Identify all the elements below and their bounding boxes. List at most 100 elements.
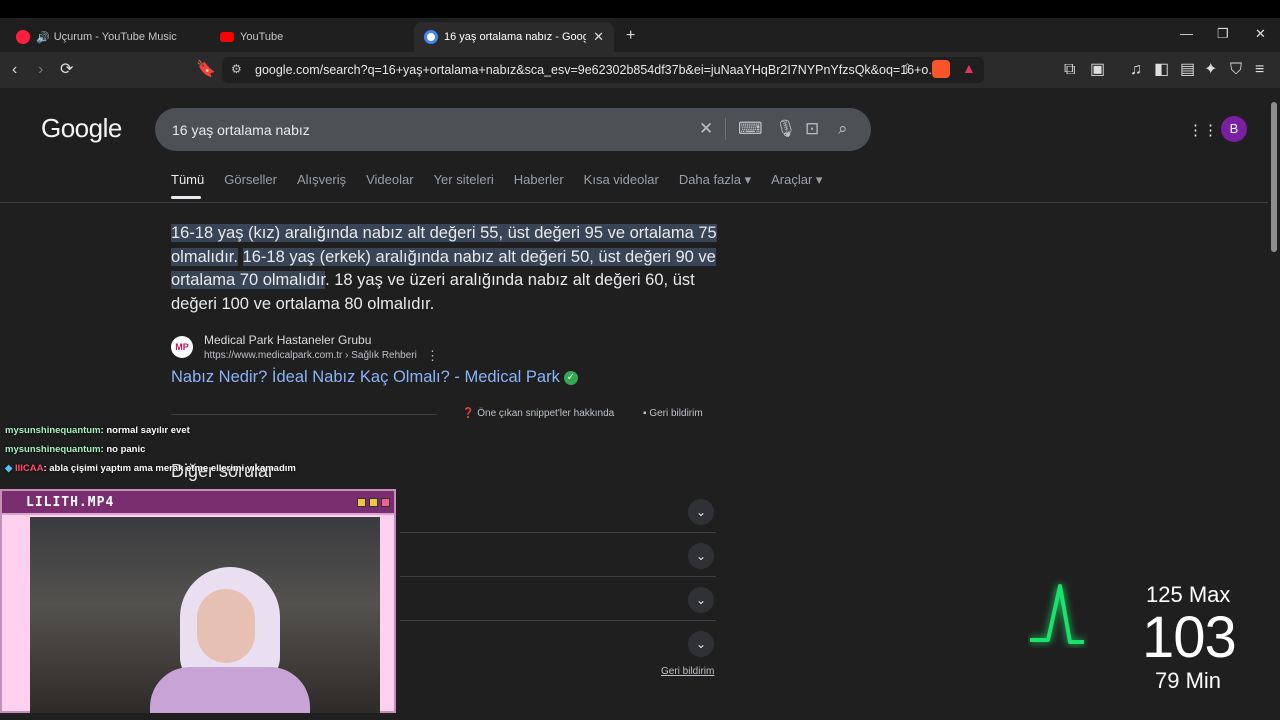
tab-google-search[interactable]: 16 yaş ortalama nabız - Google'd ✕ [414, 22, 614, 52]
tab-title: 16 yaş ortalama nabız - Google'd [444, 31, 586, 43]
tab-videos[interactable]: Videolar [366, 172, 413, 192]
result-title[interactable]: Nabız Nedir? İdeal Nabız Kaç Olmalı? - M… [171, 368, 560, 386]
sidebar-icon[interactable]: ◧ [1154, 60, 1169, 80]
tab-short-videos[interactable]: Kısa videolar [584, 172, 659, 192]
chat-text: : no panic [100, 444, 146, 455]
tab-shopping[interactable]: Alışveriş [297, 172, 346, 192]
account-avatar[interactable]: B [1221, 116, 1247, 142]
close-window-icon[interactable]: ✕ [1255, 26, 1266, 42]
webcam-titlebar: LILITH.MP4 [2, 491, 394, 515]
chat-username: mysunshinequantum [5, 444, 101, 455]
close-tab-icon[interactable]: ✕ [593, 29, 604, 45]
brave-shield-icon[interactable] [932, 60, 950, 78]
question-row[interactable]: ⌄ [400, 533, 716, 577]
source-url[interactable]: https://www.medicalpark.com.tr › Sağlık … [204, 350, 417, 361]
tab-title: Uçurum - YouTube Music [53, 31, 177, 43]
chat-message: ◆ IIICAA: abla çişimi yaptım ama merak e… [5, 463, 296, 474]
heart-rate-min: 79 Min [1155, 668, 1222, 693]
url-text[interactable]: google.com/search?q=16+yaş+ortalama+nabı… [255, 63, 939, 77]
active-tab-indicator [171, 196, 201, 199]
more-options-icon[interactable]: ⋮ [426, 348, 439, 364]
leo-ai-icon[interactable]: ✦ [1204, 60, 1217, 80]
tab-images[interactable]: Görseller [224, 172, 277, 192]
streamer-body [150, 667, 310, 713]
wallet-icon[interactable]: ▤ [1180, 60, 1195, 80]
speaker-icon: 🔊 [36, 31, 50, 44]
lens-icon[interactable]: ⊡ [805, 119, 819, 139]
header-divider [0, 202, 1268, 203]
screenshot-icon[interactable]: ▣ [1090, 60, 1105, 80]
question-row[interactable]: ⌄ [400, 577, 716, 621]
clear-search-icon[interactable]: ✕ [699, 119, 713, 139]
tab-title: YouTube [240, 31, 284, 43]
tab-tools[interactable]: Araçlar ▾ [771, 172, 822, 192]
source-name[interactable]: Medical Park Hastaneler Grubu [204, 333, 371, 347]
webcam-overlay: LILITH.MP4 [0, 489, 396, 713]
about-snippets-label: Öne çıkan snippet'ler hakkında [477, 408, 615, 419]
chevron-down-icon[interactable]: ⌄ [688, 499, 714, 525]
search-input[interactable]: 16 yaş ortalama nabız [172, 122, 310, 138]
music-icon[interactable]: ♫ [1130, 60, 1142, 80]
search-divider [725, 118, 726, 140]
help-icon: ❓ [462, 408, 478, 419]
question-row[interactable]: ⌄ [400, 489, 716, 533]
tab-news[interactable]: Haberler [514, 172, 564, 192]
feedback-label: Geri bildirim [649, 408, 703, 419]
chevron-down-icon[interactable]: ⌄ [688, 631, 714, 657]
microphone-icon[interactable]: 🎙 [775, 119, 797, 139]
badge-icon: ◆ [5, 463, 15, 474]
tab-more[interactable]: Daha fazla ▾ [679, 172, 751, 192]
scrollbar-thumb[interactable] [1271, 102, 1277, 252]
vpn-icon[interactable]: ⛉ [1230, 60, 1242, 80]
chat-username: IIICAA [14, 463, 44, 474]
chat-text: : abla çişimi yaptım ama merak etme elle… [43, 463, 296, 474]
chevron-down-icon[interactable]: ⌄ [688, 587, 714, 613]
maximize-icon [369, 498, 378, 507]
chat-username: mysunshinequantum [5, 425, 101, 436]
menu-icon[interactable]: ≡ [1255, 60, 1264, 80]
bookmark-icon[interactable]: 🔖 [196, 60, 216, 80]
back-icon[interactable]: ‹ [12, 60, 17, 80]
feedback-link[interactable]: ▪ Geri bildirim [643, 408, 703, 419]
youtube-icon [220, 32, 234, 42]
search-box[interactable]: 16 yaş ortalama nabız ✕ ⌨ 🎙 ⊡ ⌕ [155, 108, 871, 151]
chevron-down-icon[interactable]: ⌄ [688, 543, 714, 569]
source-favicon[interactable]: MP [171, 336, 193, 358]
google-logo[interactable]: Google [41, 113, 122, 144]
new-tab-button[interactable]: + [626, 27, 635, 45]
tab-youtube-music[interactable]: 🔊 Uçurum - YouTube Music [6, 22, 206, 52]
webcam-title: LILITH.MP4 [26, 495, 115, 510]
chat-text: : normal sayılır evet [100, 425, 190, 436]
brave-rewards-icon[interactable]: ▲ [962, 60, 976, 76]
heart-rate-graph-icon [1030, 584, 1084, 644]
verified-icon: ✓ [563, 370, 578, 385]
forward-icon[interactable]: › [38, 60, 43, 80]
google-icon [424, 30, 438, 44]
featured-snippet: 16-18 yaş (kız) aralığında nabız alt değ… [171, 222, 719, 316]
screen-top-border [0, 0, 1280, 18]
keyboard-icon[interactable]: ⌨ [738, 119, 763, 139]
reload-icon[interactable]: ⟳ [60, 60, 73, 80]
about-snippets-link[interactable]: ❓ Öne çıkan snippet'ler hakkında [462, 408, 614, 419]
youtube-music-icon [16, 30, 30, 44]
site-info-icon[interactable]: ⚙ [231, 62, 242, 76]
extensions-icon[interactable]: ⧉ [1064, 60, 1075, 80]
tab-places[interactable]: Yer siteleri [434, 172, 494, 192]
tab-all[interactable]: Tümü [171, 172, 204, 192]
search-icon[interactable]: ⌕ [838, 119, 848, 139]
tab-youtube[interactable]: YouTube [210, 22, 410, 52]
minimize-icon [357, 498, 366, 507]
result-title-link[interactable]: Nabız Nedir? İdeal Nabız Kaç Olmalı? - M… [171, 368, 578, 387]
restore-icon[interactable]: ❐ [1217, 26, 1229, 42]
minimize-icon[interactable]: — [1180, 26, 1193, 41]
share-icon[interactable]: ⇪ [902, 61, 913, 77]
question-row[interactable]: ⌄ [400, 621, 716, 665]
webcam-video [30, 517, 380, 713]
browser-toolbar: ‹ › ⟳ 🔖 ⚙ google.com/search?q=16+yaş+ort… [0, 52, 1280, 88]
close-icon [381, 498, 390, 507]
snippet-separator [171, 414, 437, 415]
feedback-link-2[interactable]: Geri bildirim [661, 666, 714, 677]
address-bar[interactable]: ⚙ google.com/search?q=16+yaş+ortalama+na… [222, 57, 984, 83]
search-tabs: Tümü Görseller Alışveriş Videolar Yer si… [171, 172, 842, 192]
page-scrollbar[interactable] [1268, 88, 1280, 700]
